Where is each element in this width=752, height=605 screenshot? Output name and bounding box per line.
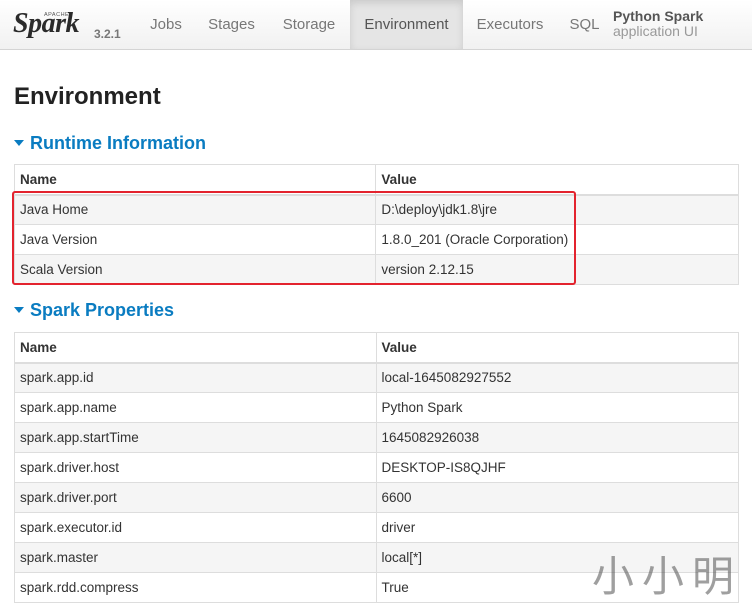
spark-logo[interactable]: APACHE Spark 3.2.1 (10, 2, 130, 48)
row-value: driver (375, 512, 740, 543)
row-value: version 2.12.15 (375, 254, 739, 285)
row-value: DESKTOP-IS8QJHF (375, 452, 740, 483)
tab-storage[interactable]: Storage (268, 0, 350, 49)
row-value: D:\deploy\jdk1.8\jre (375, 194, 739, 225)
row-value: 1645082926038 (375, 422, 740, 453)
row-name: spark.app.id (14, 362, 377, 393)
spark-version: 3.2.1 (94, 27, 121, 41)
column-header-name[interactable]: Name (14, 332, 377, 364)
table-header-row: Name Value (13, 164, 739, 196)
app-name-line2: application UI (613, 23, 698, 39)
row-name: spark.driver.host (14, 452, 377, 483)
app-name-line1: Python Spark (613, 8, 704, 24)
table-row: spark.executor.id driver (14, 512, 740, 543)
brand-spark: Spark (13, 8, 79, 39)
row-value: Python Spark (375, 392, 740, 423)
row-value: 6600 (375, 482, 740, 513)
row-name: spark.driver.port (14, 482, 377, 513)
table-row: spark.driver.port 6600 (14, 482, 740, 513)
collapse-arrow-icon (14, 307, 24, 313)
tab-sql[interactable]: SQL (557, 0, 612, 49)
tab-executors[interactable]: Executors (463, 0, 557, 49)
column-header-value[interactable]: Value (375, 332, 740, 364)
top-navbar: APACHE Spark 3.2.1 Jobs Stages Storage E… (0, 0, 752, 50)
app-name: Python Spark application UI (613, 9, 703, 39)
table-row: spark.app.name Python Spark (14, 392, 740, 423)
row-name: Java Home (13, 194, 377, 225)
runtime-information-table: Name Value Java Home D:\deploy\jdk1.8\jr… (13, 164, 739, 285)
table-row: Scala Version version 2.12.15 (13, 254, 739, 285)
table-header-row: Name Value (14, 332, 740, 364)
watermark-text: 小小明 (592, 552, 743, 601)
table-row: Java Version 1.8.0_201 (Oracle Corporati… (13, 224, 739, 255)
row-name: spark.executor.id (14, 512, 377, 543)
collapse-arrow-icon (14, 140, 24, 146)
column-header-value[interactable]: Value (375, 164, 739, 196)
row-name: spark.app.name (14, 392, 377, 423)
table-row: spark.app.id local-1645082927552 (14, 362, 740, 393)
row-name: Java Version (13, 224, 377, 255)
table-row: Java Home D:\deploy\jdk1.8\jre (13, 194, 739, 225)
table-row: spark.app.startTime 1645082926038 (14, 422, 740, 453)
spark-properties-title: Spark Properties (30, 300, 175, 320)
runtime-information-toggle[interactable]: Runtime Information (14, 133, 206, 154)
row-value: local-1645082927552 (375, 362, 740, 393)
row-value: 1.8.0_201 (Oracle Corporation) (375, 224, 739, 255)
page-title: Environment (14, 83, 161, 110)
row-name: spark.app.startTime (14, 422, 377, 453)
tab-stages[interactable]: Stages (195, 0, 268, 49)
tab-jobs[interactable]: Jobs (137, 0, 195, 49)
table-row: spark.driver.host DESKTOP-IS8QJHF (14, 452, 740, 483)
row-name: spark.rdd.compress (14, 572, 377, 603)
row-name: Scala Version (13, 254, 377, 285)
row-name: spark.master (14, 542, 377, 573)
runtime-information-title: Runtime Information (30, 133, 206, 153)
spark-properties-toggle[interactable]: Spark Properties (14, 300, 174, 321)
tab-environment[interactable]: Environment (350, 0, 463, 49)
column-header-name[interactable]: Name (13, 164, 377, 196)
